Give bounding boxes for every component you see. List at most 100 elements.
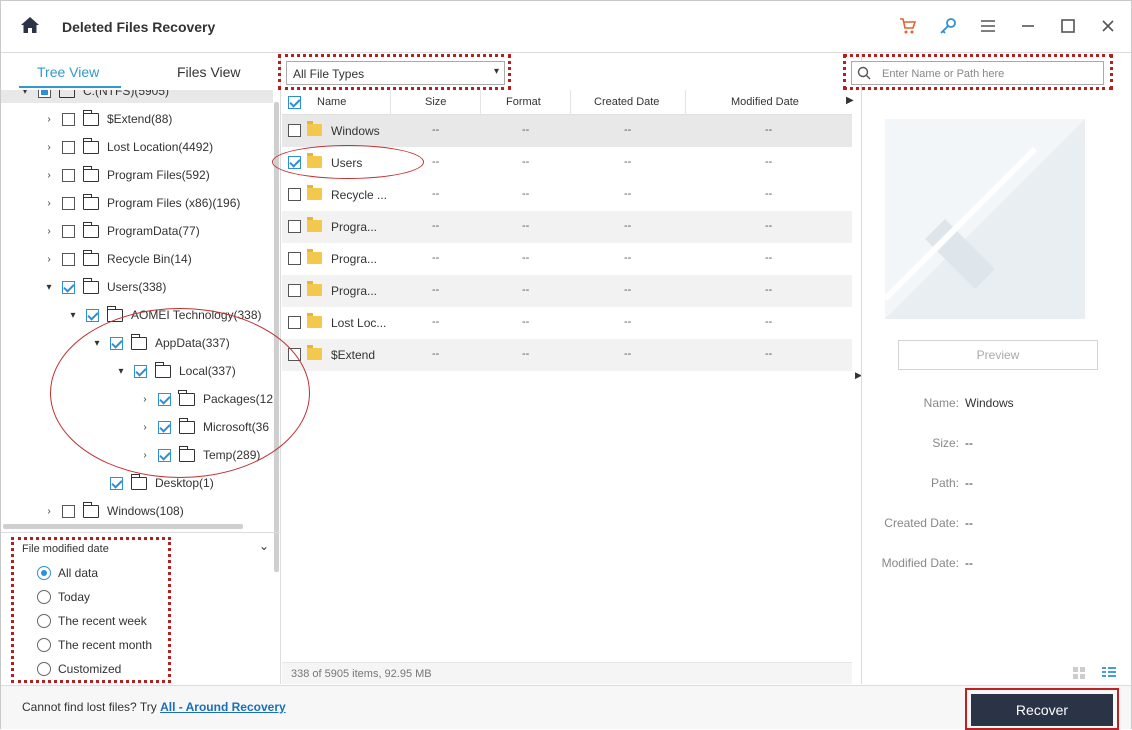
col-size[interactable]: Size [425, 96, 446, 108]
tree-item[interactable]: › Program Files(592) [1, 163, 273, 187]
folder-icon [106, 305, 123, 322]
search-input[interactable]: Enter Name or Path here [851, 61, 1104, 85]
tree-item-checkbox[interactable] [134, 364, 147, 378]
tree-vertical-scrollbar[interactable] [274, 102, 279, 572]
cart-icon[interactable] [897, 15, 919, 37]
preview-button[interactable]: Preview [898, 340, 1098, 370]
tree-item-checkbox[interactable] [62, 112, 75, 126]
row-checkbox[interactable] [288, 348, 301, 361]
row-checkbox[interactable] [288, 124, 301, 137]
folder-icon [178, 445, 195, 462]
table-row[interactable]: Windows -- -- -- -- [282, 115, 852, 147]
minimize-icon[interactable] [1017, 15, 1039, 37]
file-type-select[interactable]: All File Types ▾ [286, 61, 505, 85]
chevron-right-icon[interactable]: › [44, 198, 54, 209]
preview-field: Size: -- [862, 436, 1132, 454]
scroll-right-icon[interactable]: ▶ [846, 95, 854, 106]
row-checkbox[interactable] [288, 316, 301, 329]
tree-item-checkbox[interactable] [62, 504, 75, 518]
chevron-right-icon[interactable]: › [44, 226, 54, 237]
chevron-down-icon[interactable]: ▾ [92, 338, 102, 349]
tree-item-checkbox[interactable] [38, 90, 51, 98]
table-row[interactable]: Progra... -- -- -- -- [282, 275, 852, 307]
tree-item[interactable]: ▾ Users(338) [1, 275, 273, 299]
table-row[interactable]: Progra... -- -- -- -- [282, 243, 852, 275]
tree-item-checkbox[interactable] [86, 308, 99, 322]
table-row[interactable]: $Extend -- -- -- -- [282, 339, 852, 371]
row-checkbox[interactable] [288, 252, 301, 265]
tree-item[interactable]: › ProgramData(77) [1, 219, 273, 243]
tree-item[interactable]: ▾ AppData(337) [1, 331, 273, 355]
tree-item-checkbox[interactable] [62, 196, 75, 210]
tree-item[interactable]: ▾ AOMEI Technology(338) [1, 303, 273, 327]
tree-item[interactable]: › $Extend(88) [1, 107, 273, 131]
chevron-right-icon[interactable]: › [140, 450, 150, 461]
tree-item-checkbox[interactable] [158, 420, 171, 434]
tree-item[interactable]: › Microsoft(36 [1, 415, 273, 439]
cell-format: -- [522, 124, 530, 136]
tree-item[interactable]: › Program Files (x86)(196) [1, 191, 273, 215]
chevron-down-icon: ▾ [493, 66, 499, 77]
tree-item[interactable]: › Packages(12 [1, 387, 273, 411]
tree-horizontal-scrollbar[interactable] [3, 524, 243, 529]
chevron-down-icon[interactable]: ▾ [44, 282, 54, 293]
chevron-down-icon[interactable]: ▾ [20, 90, 30, 97]
chevron-right-icon[interactable]: › [44, 170, 54, 181]
tree-item[interactable]: Desktop(1) [1, 471, 273, 495]
all-around-recovery-link[interactable]: All - Around Recovery [160, 700, 286, 714]
tree-item[interactable]: ▾ C:(NTFS)(5905) [1, 90, 273, 103]
close-icon[interactable] [1097, 15, 1119, 37]
chevron-right-icon[interactable]: › [44, 114, 54, 125]
tree-item-checkbox[interactable] [110, 336, 123, 350]
table-row[interactable]: Progra... -- -- -- -- [282, 211, 852, 243]
folder-icon [178, 417, 195, 434]
col-name[interactable]: Name [317, 96, 346, 108]
chevron-down-icon[interactable]: ▾ [116, 366, 126, 377]
tree-item[interactable]: › Windows(108) [1, 499, 273, 523]
recover-button[interactable]: Recover [971, 694, 1113, 726]
tab-tree-view[interactable]: Tree View [37, 64, 99, 80]
tree-item-checkbox[interactable] [62, 252, 75, 266]
list-view-icon[interactable] [1101, 666, 1117, 680]
tree-item-checkbox[interactable] [62, 224, 75, 238]
maximize-icon[interactable] [1057, 15, 1079, 37]
tab-files-view[interactable]: Files View [177, 64, 241, 80]
chevron-down-icon[interactable]: ▾ [68, 310, 78, 321]
table-row[interactable]: Recycle ... -- -- -- -- [282, 179, 852, 211]
home-icon[interactable] [20, 15, 40, 35]
select-all-checkbox[interactable] [288, 96, 301, 109]
menu-icon[interactable] [977, 15, 999, 37]
tree-item-checkbox[interactable] [158, 448, 171, 462]
preview-field-value: -- [965, 556, 973, 570]
chevron-right-icon[interactable]: › [44, 254, 54, 265]
tree-item-checkbox[interactable] [157, 392, 171, 406]
tree-item[interactable]: ▾ Local(337) [1, 359, 273, 383]
tree-item[interactable]: › Lost Location(4492) [1, 135, 273, 159]
tree-item-checkbox[interactable] [62, 280, 75, 294]
tree-item[interactable]: › Recycle Bin(14) [1, 247, 273, 271]
folder-icon [130, 473, 147, 490]
table-row[interactable]: Lost Loc... -- -- -- -- [282, 307, 852, 339]
bottom-bar: Cannot find lost files? Try All - Around… [1, 685, 1131, 730]
chevron-right-icon[interactable]: › [44, 506, 54, 517]
row-checkbox[interactable] [288, 156, 301, 169]
tree-item[interactable]: › Temp(289) [1, 443, 273, 467]
chevron-right-icon[interactable]: › [140, 422, 150, 433]
file-type-value: All File Types [293, 67, 365, 81]
row-checkbox[interactable] [288, 188, 301, 201]
chevron-right-icon[interactable]: › [140, 394, 150, 405]
tree-item-checkbox[interactable] [62, 168, 75, 182]
col-created-date[interactable]: Created Date [594, 96, 659, 108]
row-checkbox[interactable] [288, 284, 301, 297]
tree-item-checkbox[interactable] [110, 476, 123, 490]
chevron-right-icon[interactable]: › [44, 142, 54, 153]
grid-view-icon[interactable] [1072, 666, 1086, 680]
table-row[interactable]: Users -- -- -- -- [282, 147, 852, 179]
column-divider [685, 90, 686, 115]
row-checkbox[interactable] [288, 220, 301, 233]
collapse-chevron-icon[interactable]: ⌄ [259, 539, 269, 553]
col-format[interactable]: Format [506, 96, 541, 108]
key-icon[interactable] [937, 15, 959, 37]
col-modified-date[interactable]: Modified Date [731, 96, 799, 108]
tree-item-checkbox[interactable] [62, 140, 75, 154]
